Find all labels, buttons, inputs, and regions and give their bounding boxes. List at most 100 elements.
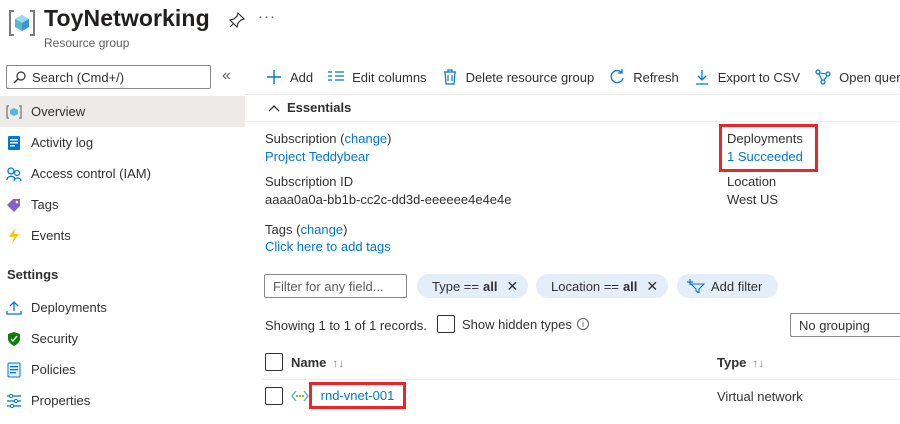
sidebar-item-label: Tags bbox=[31, 197, 59, 212]
add-tags-link[interactable]: Click here to add tags bbox=[265, 239, 391, 254]
delete-label: Delete resource group bbox=[465, 69, 595, 85]
sidebar-item-activity-log[interactable]: Activity log bbox=[0, 127, 245, 158]
plus-icon bbox=[265, 68, 283, 86]
properties-icon bbox=[6, 393, 22, 409]
people-icon bbox=[6, 166, 22, 182]
location-label: Location bbox=[727, 174, 777, 189]
open-query-button[interactable]: Open query bbox=[814, 68, 900, 86]
divider bbox=[245, 94, 900, 95]
sort-icon[interactable]: ↑↓ bbox=[332, 356, 344, 370]
subscription-id-value: aaaa0a0a-bb1b-cc2c-dd3d-eeeeee4e4e4e bbox=[265, 192, 512, 207]
filter-input[interactable]: Filter for any field... bbox=[264, 274, 407, 298]
subscription-change-link[interactable]: change bbox=[345, 131, 388, 146]
resource-name-highlight-box: rnd-vnet-001 bbox=[309, 382, 406, 409]
paren-close: ) bbox=[343, 222, 348, 237]
show-hidden-types-label: Show hidden types bbox=[462, 317, 572, 332]
trash-icon bbox=[441, 68, 459, 86]
resource-name-link[interactable]: rnd-vnet-001 bbox=[321, 388, 395, 403]
pill-key: Type == bbox=[432, 278, 479, 294]
resource-group-icon bbox=[8, 8, 36, 38]
collapse-sidebar-icon[interactable]: « bbox=[222, 67, 231, 85]
sidebar-item-label: Properties bbox=[31, 393, 91, 408]
columns-icon bbox=[327, 68, 345, 86]
export-label: Export to CSV bbox=[717, 69, 801, 85]
sidebar-item-overview[interactable]: Overview bbox=[0, 96, 245, 127]
tag-icon bbox=[6, 197, 22, 213]
refresh-button[interactable]: Refresh bbox=[608, 68, 679, 86]
pill-value: all bbox=[482, 278, 498, 294]
sidebar-item-tags[interactable]: Tags bbox=[0, 189, 245, 220]
lightning-icon bbox=[6, 227, 22, 244]
chevron-up-icon bbox=[268, 104, 280, 111]
select-all-checkbox[interactable] bbox=[265, 353, 283, 371]
refresh-icon bbox=[608, 68, 626, 86]
pin-icon[interactable] bbox=[229, 12, 245, 28]
close-icon[interactable]: ✕ bbox=[506, 278, 518, 295]
sidebar-item-label: Overview bbox=[31, 104, 86, 119]
add-filter-icon bbox=[687, 279, 705, 293]
upload-icon bbox=[6, 300, 22, 316]
search-input[interactable]: Search (Cmd+/) bbox=[6, 65, 211, 89]
download-icon bbox=[693, 68, 711, 86]
row-checkbox[interactable] bbox=[265, 387, 283, 405]
subscription-label-row: Subscription (change) bbox=[265, 131, 392, 146]
show-hidden-types-checkbox[interactable] bbox=[437, 315, 455, 333]
subscription-label: Subscription bbox=[265, 131, 337, 146]
search-placeholder: Search (Cmd+/) bbox=[32, 69, 125, 85]
add-filter-label: Add filter bbox=[711, 278, 763, 294]
export-csv-button[interactable]: Export to CSV bbox=[693, 68, 800, 86]
info-icon[interactable]: i bbox=[577, 318, 589, 330]
settings-heading: Settings bbox=[7, 267, 59, 282]
sort-icon[interactable]: ↑↓ bbox=[752, 356, 764, 370]
column-header-name[interactable]: Name ↑↓ bbox=[291, 355, 344, 370]
add-label: Add bbox=[290, 69, 314, 85]
sidebar-item-events[interactable]: Events bbox=[0, 220, 245, 251]
column-header-type[interactable]: Type ↑↓ bbox=[717, 355, 764, 370]
more-options-icon[interactable]: ··· bbox=[258, 8, 276, 25]
subscription-value-link[interactable]: Project Teddybear bbox=[265, 149, 370, 164]
edit-columns-button[interactable]: Edit columns bbox=[327, 68, 427, 86]
column-header-label: Type bbox=[717, 355, 747, 370]
sidebar-item-policies[interactable]: Policies bbox=[0, 354, 245, 385]
sidebar-item-properties[interactable]: Properties bbox=[0, 385, 245, 416]
grouping-dropdown[interactable]: No grouping bbox=[790, 313, 900, 337]
deployments-value-link[interactable]: 1 Succeeded bbox=[727, 149, 803, 164]
virtual-network-icon bbox=[291, 390, 309, 402]
close-icon[interactable]: ✕ bbox=[646, 278, 658, 295]
subscription-id-label: Subscription ID bbox=[265, 174, 354, 189]
command-bar: Add Edit columns Delete resource group R… bbox=[265, 62, 900, 92]
policy-icon bbox=[6, 362, 22, 378]
tags-label-row: Tags (change) bbox=[265, 222, 347, 237]
pill-value: all bbox=[622, 278, 638, 294]
resource-group-icon bbox=[6, 104, 22, 120]
pill-key: Location == bbox=[551, 278, 619, 294]
location-value: West US bbox=[727, 192, 779, 207]
paren-close: ) bbox=[387, 131, 392, 146]
type-filter-pill[interactable]: Type == all ✕ bbox=[417, 274, 529, 298]
sidebar-item-label: Activity log bbox=[31, 135, 94, 150]
sidebar-item-deployments[interactable]: Deployments bbox=[0, 292, 245, 323]
page-title: ToyNetworking bbox=[44, 5, 210, 31]
sidebar-item-label: Access control (IAM) bbox=[31, 166, 151, 181]
add-filter-button[interactable]: Add filter bbox=[677, 274, 779, 298]
add-button[interactable]: Add bbox=[265, 68, 313, 86]
query-icon bbox=[814, 68, 832, 86]
essentials-heading: Essentials bbox=[287, 100, 352, 115]
sidebar-item-label: Events bbox=[31, 228, 71, 243]
activity-log-icon bbox=[6, 135, 22, 151]
sidebar-item-label: Security bbox=[31, 331, 78, 346]
sidebar-item-iam[interactable]: Access control (IAM) bbox=[0, 158, 245, 189]
sidebar-item-label: Policies bbox=[31, 362, 76, 377]
sidebar-item-security[interactable]: Security bbox=[0, 323, 245, 354]
tags-change-link[interactable]: change bbox=[300, 222, 343, 237]
column-header-label: Name bbox=[291, 355, 327, 370]
records-summary: Showing 1 to 1 of 1 records. bbox=[265, 318, 427, 333]
open-query-label: Open query bbox=[839, 69, 900, 85]
delete-resource-group-button[interactable]: Delete resource group bbox=[441, 68, 595, 86]
essentials-toggle[interactable]: Essentials bbox=[268, 100, 351, 115]
deployments-label: Deployments bbox=[727, 131, 803, 146]
search-icon bbox=[13, 70, 26, 83]
location-filter-pill[interactable]: Location == all ✕ bbox=[536, 274, 669, 298]
resource-type: Virtual network bbox=[717, 389, 803, 404]
divider bbox=[245, 121, 900, 122]
